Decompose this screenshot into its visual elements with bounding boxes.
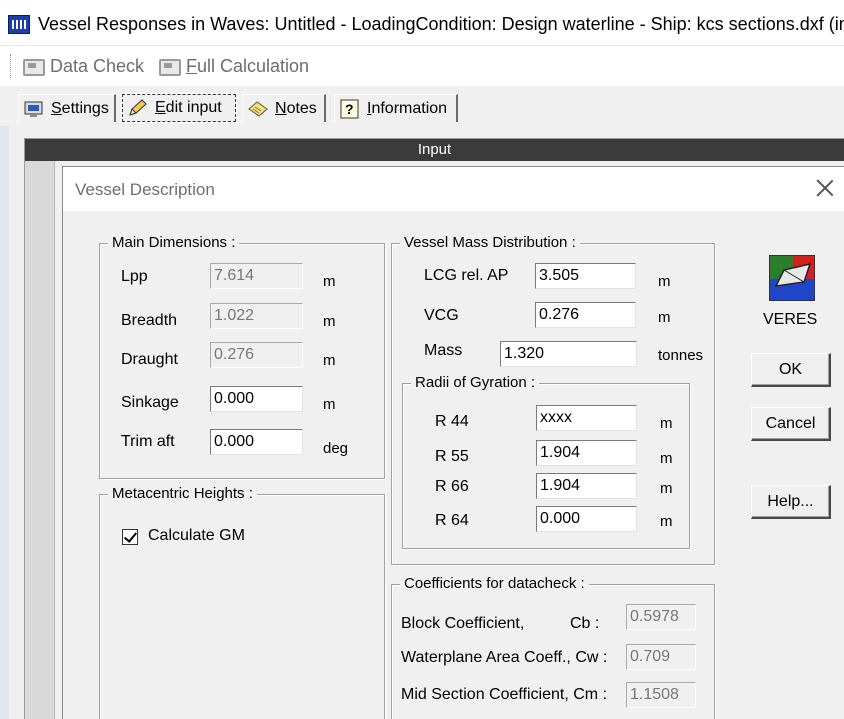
r66-unit: m: [660, 480, 673, 497]
draught-label: Draught: [121, 351, 178, 368]
r66-field[interactable]: 1.904: [536, 473, 637, 499]
veres-ship-icon: [769, 255, 815, 301]
breadth-label: Breadth: [121, 312, 178, 329]
window-titlebar: Vessel Responses in Waves: Untitled - Lo…: [0, 0, 844, 46]
full-calculation-icon: [158, 57, 181, 76]
window-title: Vessel Responses in Waves: Untitled - Lo…: [38, 14, 844, 34]
sinkage-unit: m: [323, 396, 336, 413]
tab-notes[interactable]: Notes: [242, 94, 326, 122]
app-icon: [8, 15, 30, 34]
draught-field: 0.276: [210, 342, 303, 368]
r55-label: R 55: [435, 448, 469, 465]
breadth-unit: m: [323, 313, 336, 330]
help-button[interactable]: Help...: [751, 485, 831, 519]
radii-of-gyration-legend: Radii of Gyration :: [411, 374, 540, 391]
draught-unit: m: [323, 352, 336, 369]
lpp-unit: m: [323, 273, 336, 290]
cb-symbol: Cb :: [570, 615, 600, 632]
coefficients-legend: Coefficients for datacheck :: [400, 575, 589, 592]
r55-field[interactable]: 1.904: [536, 440, 637, 466]
help-question-icon: ?: [339, 99, 361, 119]
lcg-field[interactable]: 3.505: [535, 263, 636, 289]
block-coefficient-label: Block Coefficient,: [401, 615, 525, 632]
calculate-gm-checkbox[interactable]: [122, 529, 138, 545]
settings-icon: [23, 99, 45, 119]
vcg-label: VCG: [424, 307, 459, 324]
main-dimensions-legend: Main Dimensions :: [108, 234, 240, 251]
tab-settings[interactable]: Settings: [18, 94, 116, 122]
r66-label: R 66: [435, 478, 469, 495]
vcg-field[interactable]: 0.276: [535, 302, 636, 328]
vcg-unit: m: [658, 309, 671, 326]
veres-label: VERES: [763, 311, 818, 328]
r44-label: R 44: [435, 413, 469, 430]
r44-field[interactable]: xxxx: [536, 405, 637, 431]
mid-section-coefficient-label: Mid Section Coefficient, Cm :: [401, 686, 608, 703]
trim-aft-label: Trim aft: [121, 433, 175, 450]
data-check-button[interactable]: Data Check: [22, 54, 144, 78]
tab-bar: Settings Edit input Notes ? Information: [0, 86, 844, 126]
cancel-button[interactable]: Cancel: [751, 407, 831, 441]
data-check-icon: [22, 57, 45, 76]
mass-distribution-legend: Vessel Mass Distribution :: [400, 234, 580, 251]
mass-label: Mass: [424, 342, 463, 359]
sinkage-label: Sinkage: [121, 394, 179, 411]
waterplane-coefficient-label: Waterplane Area Coeff., Cw :: [401, 649, 608, 666]
lpp-label: Lpp: [121, 268, 148, 285]
close-icon[interactable]: [815, 178, 835, 198]
r64-field[interactable]: 0.000: [536, 506, 637, 532]
vessel-description-dialog: Vessel Description Main Dimensions : Lpp…: [62, 166, 844, 719]
r44-unit: m: [660, 415, 673, 432]
sinkage-field[interactable]: 0.000: [210, 386, 303, 412]
input-panel-gutter: [25, 161, 55, 719]
calculate-gm-label[interactable]: Calculate GM: [148, 527, 245, 545]
mass-unit: tonnes: [658, 347, 704, 364]
cm-field: 1.1508: [626, 682, 696, 708]
ok-button[interactable]: OK: [751, 353, 831, 387]
tab-edit-input[interactable]: Edit input: [121, 93, 237, 123]
cw-field: 0.709: [626, 644, 696, 670]
edit-pencil-icon: [127, 98, 149, 118]
r55-unit: m: [660, 450, 673, 467]
full-calculation-button[interactable]: Full Calculation: [158, 54, 309, 78]
mass-field[interactable]: 1.320: [500, 341, 637, 367]
svg-text:?: ?: [345, 101, 354, 117]
lcg-unit: m: [658, 273, 671, 290]
toolbar: Data Check Full Calculation: [0, 46, 844, 86]
trim-aft-field[interactable]: 0.000: [210, 429, 303, 455]
breadth-field: 1.022: [210, 303, 303, 329]
r64-unit: m: [660, 513, 673, 530]
dialog-title: Vessel Description: [75, 180, 215, 199]
trim-aft-unit: deg: [323, 440, 349, 457]
metacentric-heights-legend: Metacentric Heights :: [108, 485, 257, 502]
dialog-titlebar: Vessel Description: [63, 167, 844, 211]
tab-information[interactable]: ? Information: [334, 94, 458, 122]
r64-label: R 64: [435, 512, 469, 529]
toolbar-grip[interactable]: [10, 54, 12, 78]
cb-field: 0.5978: [626, 604, 696, 630]
input-header: Input: [25, 139, 844, 161]
lpp-field: 7.614: [210, 263, 303, 289]
left-edge: [0, 126, 9, 719]
lcg-label: LCG rel. AP: [424, 267, 509, 284]
notes-icon: [247, 99, 269, 119]
